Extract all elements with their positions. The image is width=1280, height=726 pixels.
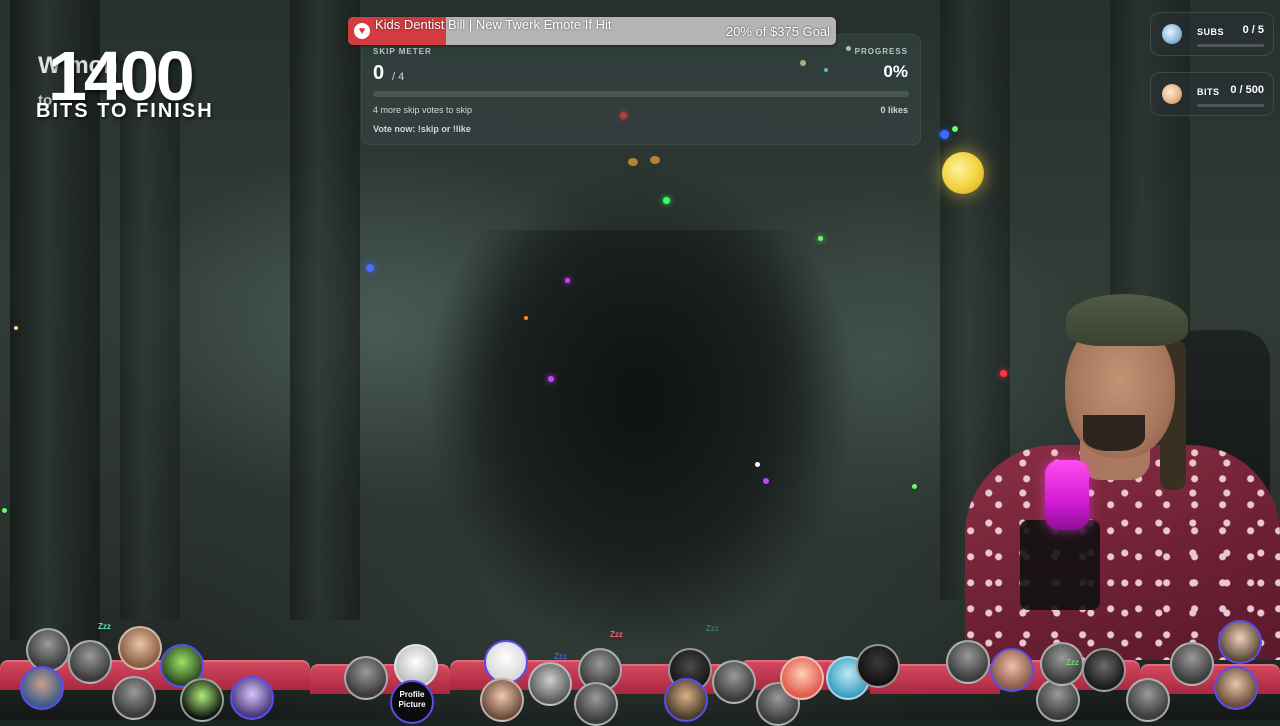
subs-value: 0 / 5 — [1242, 24, 1264, 36]
bits-remaining-caption: BITS TO FINISH — [36, 100, 214, 122]
subs-stat: SUBS 0 / 5 — [1150, 12, 1274, 56]
viewer-avatar[interactable] — [1170, 642, 1214, 686]
viewer-avatar[interactable] — [1126, 678, 1170, 722]
moon — [942, 152, 984, 194]
viewer-avatar[interactable] — [344, 656, 388, 700]
light-particle — [755, 462, 760, 467]
viewer-avatar[interactable] — [118, 626, 162, 670]
light-particle — [14, 326, 18, 330]
microphone — [1045, 460, 1089, 530]
viewer-avatar[interactable] — [574, 682, 618, 726]
viewer-avatar[interactable] — [780, 656, 824, 700]
profile-picture-label: Profile Picture — [398, 690, 426, 709]
skip-meter-panel: SKIP METER 0 / 4 PROGRESS 0% 4 more skip… — [361, 34, 921, 145]
goal-title: Kids Dentist Bill | New Twerk Emote If H… — [375, 17, 612, 32]
bits-stat: BITS 0 / 500 — [1150, 72, 1274, 116]
profile-picture-placeholder[interactable]: Profile Picture — [390, 680, 434, 724]
sleeping-indicator: Zzz — [610, 630, 623, 639]
viewer-avatar[interactable] — [68, 640, 112, 684]
skip-votes-text: 4 more skip votes to skip — [373, 105, 473, 115]
skip-progress-track — [373, 91, 909, 97]
subs-progress-bar — [1197, 44, 1264, 47]
streamer-beard — [1083, 415, 1145, 451]
bits-value: 0 / 500 — [1230, 84, 1264, 96]
light-particle — [763, 478, 769, 484]
light-particle — [524, 316, 528, 320]
viewer-avatar[interactable] — [112, 676, 156, 720]
skip-meter-label: SKIP METER — [373, 47, 432, 56]
viewer-avatar[interactable] — [26, 628, 70, 672]
progress-value: 0% — [883, 62, 908, 81]
skip-count: 0 — [373, 62, 385, 84]
light-particle — [952, 126, 958, 132]
sleeping-indicator: Zzz — [1066, 658, 1079, 667]
bits-progress-bar — [1197, 104, 1264, 107]
light-particle — [940, 130, 949, 139]
skip-total: / 4 — [392, 71, 405, 83]
sleeping-indicator: Zzz — [98, 622, 111, 631]
streamer-cap — [1066, 294, 1188, 346]
bits-icon — [1162, 84, 1182, 104]
tree-stump — [430, 230, 850, 650]
viewer-avatar[interactable] — [1218, 620, 1262, 664]
viewer-avatar[interactable] — [990, 648, 1034, 692]
bits-counter: W mon to 1400 BITS TO FINISH — [30, 18, 290, 128]
subs-icon — [1162, 24, 1182, 44]
viewer-avatar[interactable] — [664, 678, 708, 722]
likes-count: 0 likes — [880, 105, 908, 115]
viewer-avatar[interactable] — [1082, 648, 1126, 692]
viewer-avatar[interactable] — [528, 662, 572, 706]
viewer-avatar[interactable] — [180, 678, 224, 722]
subs-label: SUBS — [1197, 27, 1225, 37]
tree-trunk — [290, 0, 360, 620]
bits-label: BITS — [1197, 87, 1220, 97]
donation-goal-bar: ♥ Kids Dentist Bill | New Twerk Emote If… — [348, 17, 836, 45]
glowing-eye — [650, 156, 660, 164]
sleeping-indicator: Zzz — [706, 624, 719, 633]
light-particle — [912, 484, 917, 489]
goal-progress-text: 20% of $375 Goal — [725, 24, 830, 39]
light-particle — [663, 197, 670, 204]
heart-icon: ♥ — [354, 23, 370, 39]
light-particle — [2, 508, 7, 513]
light-particle — [548, 376, 554, 382]
progress-label: PROGRESS — [854, 47, 908, 56]
vote-instructions: Vote now: !skip or !like — [373, 124, 471, 134]
viewer-avatar[interactable] — [480, 678, 524, 722]
viewer-avatar[interactable] — [946, 640, 990, 684]
viewer-avatar[interactable] — [856, 644, 900, 688]
viewer-avatar[interactable] — [20, 666, 64, 710]
glowing-eye — [628, 158, 638, 166]
sleeping-indicator: Zzz — [554, 652, 567, 661]
light-particle — [565, 278, 570, 283]
mic-stand — [1020, 520, 1100, 610]
light-particle — [366, 264, 374, 272]
light-particle — [818, 236, 823, 241]
tree-trunk — [120, 60, 180, 620]
viewer-avatar[interactable] — [1214, 666, 1258, 710]
viewer-avatar[interactable] — [230, 676, 274, 720]
viewer-avatar[interactable] — [712, 660, 756, 704]
